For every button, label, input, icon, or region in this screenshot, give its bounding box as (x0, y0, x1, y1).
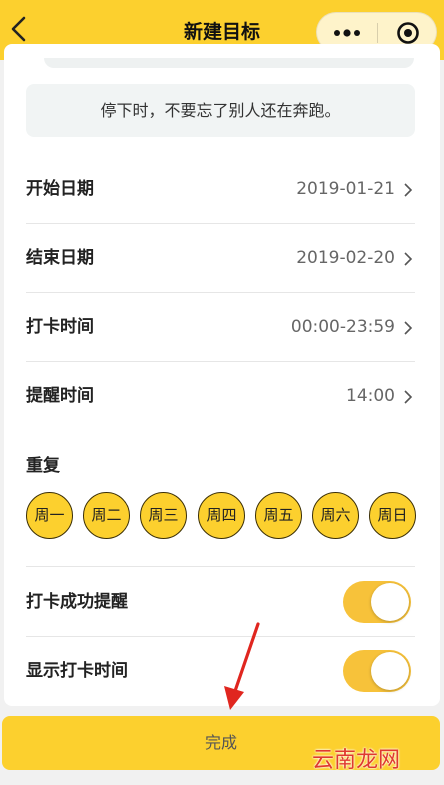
close-target-icon[interactable] (396, 21, 420, 45)
switch-knob (371, 583, 409, 621)
row-value: 2019-01-21 (296, 179, 395, 199)
card-top-strip (44, 58, 414, 68)
switch-knob (371, 652, 409, 690)
row-value: 2019-02-20 (296, 248, 395, 268)
day-sunday[interactable]: 周日 (369, 492, 416, 539)
row-start-date[interactable]: 开始日期 2019-01-21 (26, 155, 415, 224)
capsule-divider (377, 23, 378, 43)
watermark-logo: 云南龙网 (312, 748, 401, 773)
day-monday[interactable]: 周一 (26, 492, 73, 539)
toggle-row-show-checkin-time: 显示打卡时间 (26, 637, 415, 705)
chevron-right-icon (404, 183, 413, 197)
annotation-arrow-icon (224, 622, 260, 710)
row-value: 14:00 (346, 386, 395, 406)
row-label: 提醒时间 (26, 386, 94, 406)
more-dots-icon[interactable] (331, 26, 363, 40)
section-divider (26, 566, 415, 567)
day-thursday[interactable]: 周四 (198, 492, 245, 539)
row-label: 开始日期 (26, 179, 94, 199)
row-label: 结束日期 (26, 248, 94, 268)
row-value: 00:00-23:59 (290, 317, 395, 337)
success-reminder-switch[interactable] (343, 581, 411, 623)
day-friday[interactable]: 周五 (255, 492, 302, 539)
chevron-right-icon (404, 390, 413, 404)
repeat-label: 重复 (26, 456, 60, 476)
row-label: 打卡时间 (26, 317, 94, 337)
toggle-label: 显示打卡时间 (26, 661, 128, 681)
day-wednesday[interactable]: 周三 (140, 492, 187, 539)
toggle-row-success-reminder: 打卡成功提醒 (26, 568, 415, 636)
motto-banner: 停下时，不要忘了别人还在奔跑。 (26, 84, 415, 137)
day-saturday[interactable]: 周六 (312, 492, 359, 539)
row-reminder-time[interactable]: 提醒时间 14:00 (26, 362, 415, 431)
weekday-selector: 周一 周二 周三 周四 周五 周六 周日 (26, 492, 416, 540)
chevron-right-icon (404, 321, 413, 335)
row-checkin-time[interactable]: 打卡时间 00:00-23:59 (26, 293, 415, 362)
toggle-label: 打卡成功提醒 (26, 592, 128, 612)
chevron-right-icon (404, 252, 413, 266)
show-checkin-time-switch[interactable] (343, 650, 411, 692)
row-end-date[interactable]: 结束日期 2019-02-20 (26, 224, 415, 293)
day-tuesday[interactable]: 周二 (83, 492, 130, 539)
